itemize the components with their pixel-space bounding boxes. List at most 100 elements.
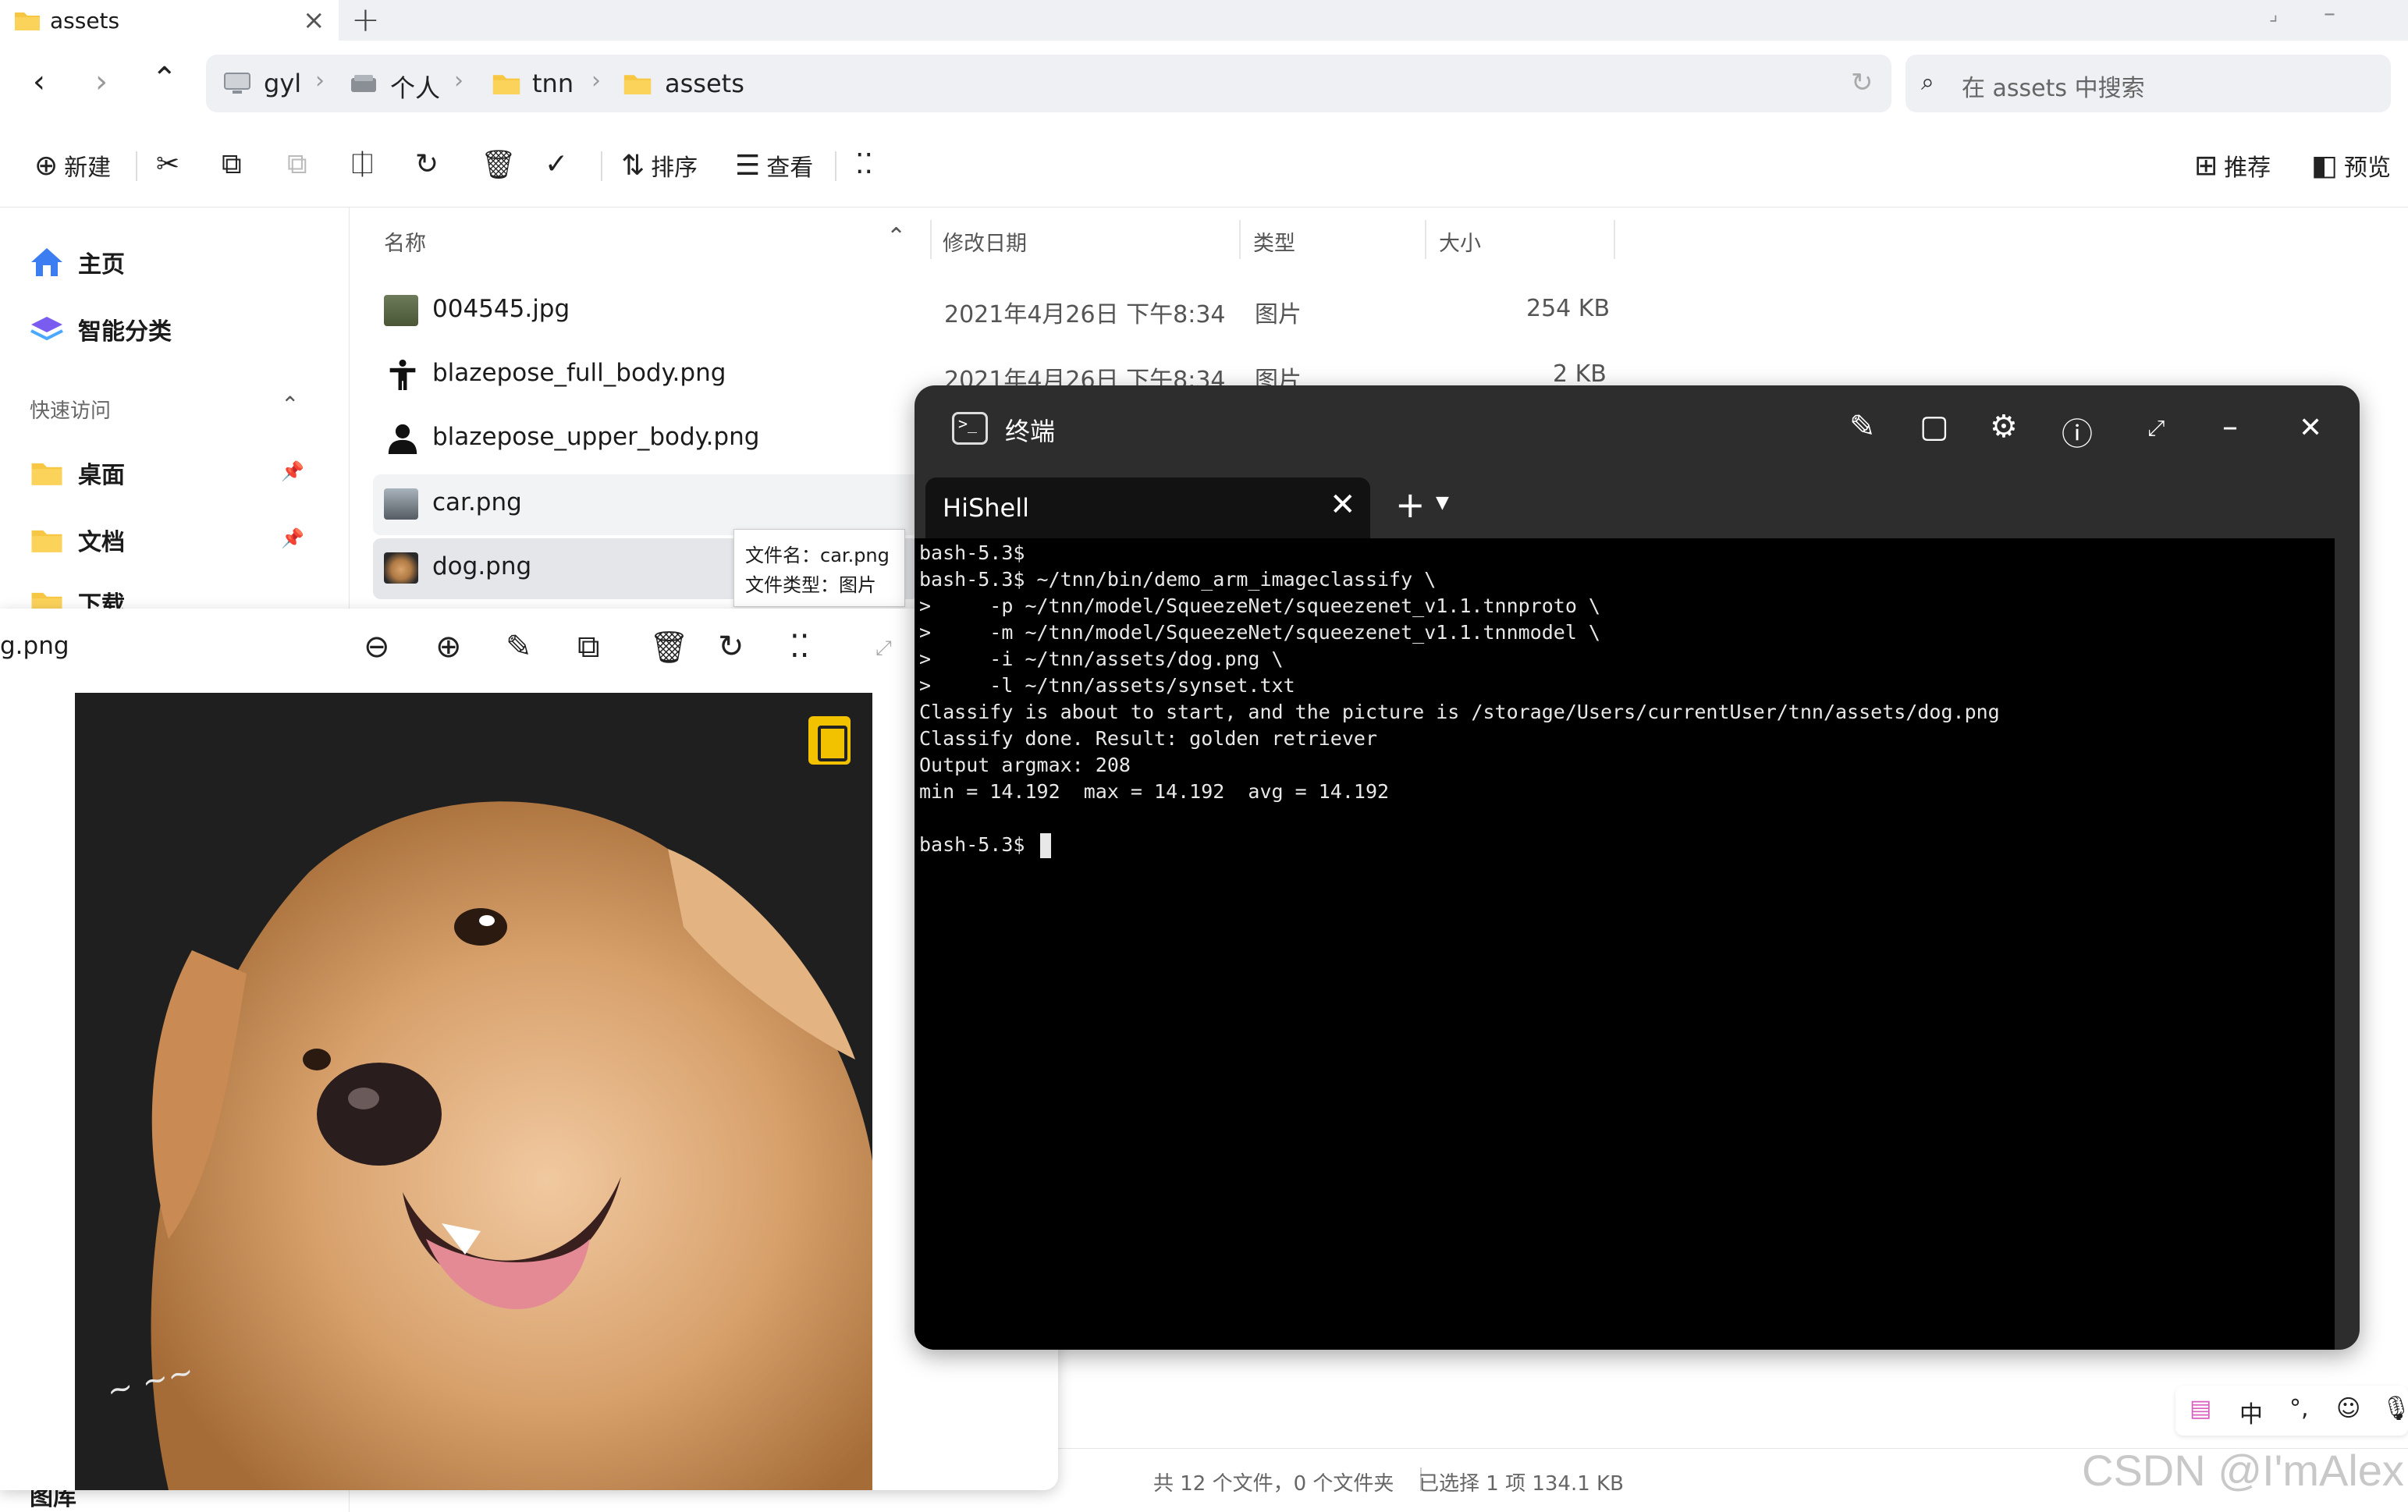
maximize-icon[interactable]: ⤢ [2147, 415, 2165, 442]
refresh-icon[interactable]: ↻ [1851, 67, 1873, 98]
paste-button[interactable]: ⧉ [287, 148, 307, 181]
up-icon[interactable]: ⌃ [151, 61, 178, 97]
more-icon: ⁚⁚ [855, 148, 873, 180]
copy-icon[interactable]: ⧉ [577, 629, 600, 665]
preview-button[interactable]: ◧ 预览 [2311, 148, 2391, 183]
list-icon: ☰ [735, 149, 761, 182]
col-type[interactable]: 类型 [1253, 226, 1295, 257]
sort-asc-icon[interactable]: ⌃ [886, 223, 906, 250]
sidebar-item-label: 主页 [78, 251, 125, 279]
search-field[interactable]: ⌕ 在 assets 中搜索 [1905, 55, 2391, 112]
pin-icon[interactable]: 📌 [281, 460, 304, 482]
plus-circle-icon: ⊕ [34, 149, 59, 182]
terminal-line: > -l ~/tnn/assets/synset.txt [919, 674, 1295, 697]
folder-icon [492, 75, 520, 94]
file-row[interactable]: blazepose_full_body.png [373, 345, 919, 406]
add-tab-icon[interactable]: + [351, 0, 380, 40]
rotate-icon[interactable]: ↻ [718, 629, 744, 665]
delete-button[interactable]: 🗑 [481, 148, 517, 181]
file-row[interactable]: car.png [373, 474, 919, 535]
trash-icon[interactable]: 🗑 [649, 629, 689, 665]
divider [1614, 220, 1615, 259]
sidebar-item-desktop[interactable]: 桌面 [30, 456, 125, 490]
sidebar-item-documents[interactable]: 文档 [30, 523, 125, 557]
terminal-line: > -i ~/tnn/assets/dog.png \ [919, 648, 1284, 670]
ime-logo-icon[interactable]: ▤ [2190, 1395, 2211, 1422]
forward-icon[interactable]: › [95, 64, 108, 100]
divider [1425, 220, 1426, 259]
col-name[interactable]: 名称 [384, 226, 426, 257]
edit-icon[interactable]: ✎ [1849, 409, 1876, 445]
emoji-icon[interactable]: ☺ [2336, 1395, 2360, 1422]
chevron-up-icon[interactable]: ⌃ [281, 392, 299, 417]
restore-icon[interactable]: ⌟ [2269, 3, 2278, 25]
crumb-personal[interactable]: 个人 [390, 69, 440, 105]
minimize-icon[interactable]: – [2324, 0, 2335, 27]
watermark: CSDN @I'mAlex [2082, 1446, 2404, 1495]
view-button[interactable]: ☰ 查看 [735, 148, 813, 183]
terminal-output[interactable]: bash-5.3$ bash-5.3$ ~/tnn/bin/demo_arm_i… [915, 538, 2335, 1350]
terminal-line: bash-5.3$ ~/tnn/bin/demo_arm_imageclassi… [919, 568, 1437, 591]
terminal-header: 终端 ✎ ▢ ⚙ ⓘ ⤢ – ✕ [915, 385, 2360, 470]
microphone-icon[interactable]: 🎙 [2381, 1395, 2408, 1422]
add-tab-icon[interactable]: + [1395, 484, 1426, 526]
recommend-button[interactable]: ⊞ 推荐 [2194, 148, 2271, 183]
tab-hishell[interactable]: HiShell ✕ [925, 477, 1370, 538]
sort-label: 排序 [651, 154, 698, 182]
file-name: dog.png [432, 552, 532, 580]
terminal-line: bash-5.3$ [919, 541, 1025, 564]
copy-button[interactable]: ⧉ [222, 148, 242, 181]
chevron-right-icon: › [315, 67, 325, 94]
terminal-icon [952, 412, 988, 445]
close-tab-icon[interactable]: × [303, 5, 325, 36]
tab-title: assets [50, 8, 120, 34]
more-icon[interactable]: ⁚⁚ [790, 629, 809, 665]
divider [1239, 220, 1241, 259]
ime-punctuation[interactable]: °, [2289, 1395, 2309, 1422]
chevron-down-icon[interactable]: ▼ [1436, 493, 1449, 513]
fullscreen-icon[interactable]: ⤢ [875, 637, 892, 661]
edit-icon[interactable]: ✎ [506, 629, 532, 665]
breadcrumb: gyl › 个人 › tnn › assets ↻ [206, 55, 1891, 112]
tab-assets[interactable]: assets × [0, 0, 339, 41]
sidebar-item-smart[interactable]: 智能分类 [30, 312, 172, 346]
col-size[interactable]: 大小 [1439, 226, 1481, 257]
rename-button[interactable]: ⎅ [351, 148, 374, 181]
terminal-line: > -m ~/tnn/model/SqueezeNet/squeezenet_v… [919, 621, 1600, 644]
terminal-line: Classify done. Result: golden retriever [919, 727, 1377, 750]
back-icon[interactable]: ‹ [33, 64, 45, 100]
crumb-gyl[interactable]: gyl [264, 69, 301, 98]
terminal-line: > -p ~/tnn/model/SqueezeNet/squeezenet_v… [919, 595, 1600, 617]
help-icon[interactable]: ⓘ [2062, 409, 2093, 454]
gear-icon[interactable]: ⚙ [1990, 409, 2018, 445]
share-button[interactable]: ↻ [415, 148, 439, 180]
file-row[interactable]: blazepose_upper_body.png [373, 409, 919, 470]
close-tab-icon[interactable]: ✕ [1330, 487, 1356, 523]
recommend-icon: ⊞ [2194, 149, 2218, 182]
select-button[interactable]: ✓ [545, 148, 568, 180]
preview-pane-icon: ◧ [2311, 149, 2339, 182]
minimize-icon[interactable]: – [2222, 409, 2238, 445]
window-icon[interactable]: ▢ [1920, 409, 1949, 445]
terminal-prompt-line: bash-5.3$ [919, 833, 1051, 858]
new-button[interactable]: ⊕ 新建 [34, 148, 111, 183]
close-icon[interactable]: ✕ [2299, 412, 2322, 444]
file-tooltip: 文件名：car.png 文件类型：图片 [733, 529, 905, 607]
sidebar-item-home[interactable]: 主页 [30, 245, 125, 279]
pin-icon[interactable]: 📌 [281, 527, 304, 549]
more-button[interactable]: ⁚⁚ [855, 148, 873, 180]
zoom-out-icon[interactable]: ⊖ [364, 629, 390, 665]
crumb-assets[interactable]: assets [665, 69, 744, 98]
file-name: blazepose_full_body.png [432, 359, 726, 387]
cut-button[interactable]: ✂ [156, 148, 179, 180]
sort-button[interactable]: ⇅ 排序 [621, 148, 698, 183]
navigation-row: ‹ › ⌃ gyl › 个人 › tnn › assets ↻ ⌕ 在 asse… [0, 41, 2408, 125]
file-name: car.png [432, 488, 522, 516]
col-date[interactable]: 修改日期 [943, 226, 1027, 257]
drive-icon [351, 75, 376, 92]
zoom-in-icon[interactable]: ⊕ [435, 629, 462, 665]
crumb-tnn[interactable]: tnn [532, 69, 574, 98]
file-row[interactable]: 004545.jpg [373, 281, 919, 342]
sort-icon: ⇅ [621, 149, 645, 182]
ime-mode[interactable]: 中 [2239, 1395, 2263, 1429]
